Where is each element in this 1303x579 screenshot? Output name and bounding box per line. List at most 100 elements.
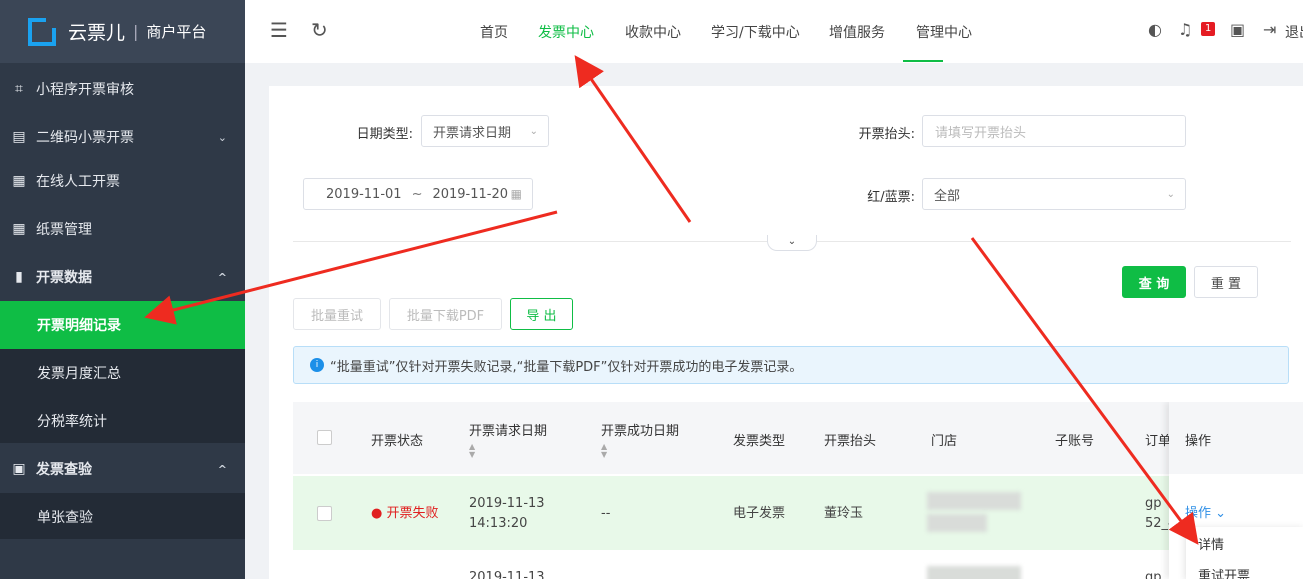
sidebar-item-invoice-detail[interactable]: 开票明细记录	[0, 301, 245, 349]
redblue-label: 红/蓝票:	[867, 190, 915, 205]
nav-invoice-center[interactable]: 发票中心	[538, 22, 594, 42]
col-success-date[interactable]: 开票成功日期 ▲ ▼	[601, 420, 679, 459]
top-header: ☰ ↻ 首页 发票中心 收款中心 学习/下载中心 增值服务 管理中心 ◐ ♫ 1…	[245, 0, 1303, 63]
order-line: gp	[1145, 496, 1162, 511]
title-label: 开票抬头:	[858, 127, 915, 142]
status-cell: ● 开票失败	[371, 506, 439, 521]
nav-home[interactable]: 首页	[480, 22, 508, 42]
sidebar-item-label: 发票查验	[36, 462, 92, 478]
store-redacted	[927, 492, 1021, 510]
calendar-icon: ▦	[510, 187, 522, 201]
chevron-up-icon: ^	[217, 270, 227, 284]
brand-separator: |	[133, 22, 139, 41]
search-document-icon: ▣	[12, 461, 26, 477]
sidebar: 云票儿 | 商户平台 ⌗ 小程序开票审核 ▤ 二维码小票开票 ⌄ ▦ 在线人工开…	[0, 0, 245, 579]
select-all-checkbox[interactable]	[317, 430, 332, 445]
chevron-up-icon: ^	[217, 462, 227, 476]
bell-icon[interactable]: ♫	[1178, 20, 1192, 39]
sidebar-item-miniapp-review[interactable]: ⌗ 小程序开票审核	[0, 65, 245, 113]
col-title: 开票抬头	[824, 434, 877, 449]
date-range-picker[interactable]: 2019-11-01 ~ 2019-11-20 ▦	[303, 178, 533, 210]
sidebar-item-invoice-data[interactable]: ▮ 开票数据 ^	[0, 253, 245, 301]
sidebar-item-label: 分税率统计	[37, 414, 107, 430]
brand-subtitle: 商户平台	[146, 23, 207, 41]
logo-bar: 云票儿 | 商户平台	[0, 0, 245, 63]
briefcase-icon[interactable]: ▣	[1230, 20, 1245, 39]
sidebar-item-manual-invoice[interactable]: ▦ 在线人工开票	[0, 157, 245, 205]
nav-active-indicator	[903, 60, 943, 62]
sidebar-item-label: 单张查验	[37, 510, 93, 526]
invoice-type-cell: 电子发票	[733, 506, 786, 521]
operation-dropdown-menu: 详情 重试开票	[1186, 527, 1303, 579]
app-root: 云票儿 | 商户平台 ⌗ 小程序开票审核 ▤ 二维码小票开票 ⌄ ▦ 在线人工开…	[0, 0, 1303, 579]
reset-button[interactable]: 重 置	[1194, 266, 1258, 298]
date-type-select[interactable]: 开票请求日期 ⌄	[421, 115, 549, 147]
col-request-date[interactable]: 开票请求日期 ▲ ▼	[469, 420, 547, 459]
title-cell: 董玲玉	[824, 506, 864, 521]
nav-value-added[interactable]: 增值服务	[829, 22, 885, 42]
notice-text: “批量重试”仅针对开票失败记录,“批量下载PDF”仅针对开票成功的电子发票记录。	[330, 359, 803, 375]
menu-item-retry[interactable]: 重试开票	[1198, 565, 1250, 579]
sidebar-item-monthly-summary[interactable]: 发票月度汇总	[0, 349, 245, 397]
nav-payment-center[interactable]: 收款中心	[625, 22, 681, 42]
sidebar-item-tax-rate-stats[interactable]: 分税率统计	[0, 397, 245, 445]
export-button[interactable]: 导 出	[510, 298, 573, 330]
nav-learn-download[interactable]: 学习/下载中心	[711, 22, 800, 42]
notice-banner: i “批量重试”仅针对开票失败记录,“批量下载PDF”仅针对开票成功的电子发票记…	[293, 346, 1289, 384]
row-checkbox[interactable]	[317, 506, 332, 521]
document-edit-icon: ▦	[12, 173, 26, 189]
request-time: 14:13:20	[469, 516, 528, 531]
logout-label[interactable]: 退出	[1285, 22, 1303, 42]
bar-chart-icon: ▮	[15, 269, 23, 285]
nav-management[interactable]: 管理中心	[916, 22, 972, 42]
sidebar-item-label: 小程序开票审核	[36, 82, 134, 98]
sidebar-item-qrcode-invoice[interactable]: ▤ 二维码小票开票 ⌄	[0, 113, 245, 161]
sidebar-item-label: 在线人工开票	[36, 174, 120, 190]
request-date-cell: 2019-11-13	[469, 570, 545, 579]
info-icon: i	[310, 358, 324, 372]
store-redacted	[927, 566, 1021, 579]
success-date-cell: --	[601, 506, 611, 521]
col-sub-account: 子账号	[1055, 434, 1095, 449]
table-row[interactable]: 2019-11-13 gp	[293, 552, 1303, 579]
sidebar-item-label: 开票明细记录	[37, 318, 121, 334]
logout-icon[interactable]: ⇥	[1263, 20, 1276, 39]
expand-filters-button[interactable]: ⌄	[767, 235, 817, 251]
user-icon[interactable]: ◐	[1148, 20, 1162, 39]
document-search-icon: ▦	[12, 221, 26, 237]
redblue-select[interactable]: 全部 ⌄	[922, 178, 1186, 210]
logo-icon	[28, 17, 56, 46]
redblue-value: 全部	[934, 188, 961, 204]
request-date-cell: 2019-11-13 14:13:20	[469, 494, 545, 534]
invoice-table: 开票状态 开票请求日期 ▲ ▼ 开票成功日期 ▲ ▼ 发票类型 开票抬头 门店 子账号 …	[293, 402, 1303, 579]
operation-label: 操作	[1185, 506, 1212, 521]
col-invoice-type: 发票类型	[733, 434, 786, 449]
col-status: 开票状态	[371, 434, 424, 449]
sidebar-item-label: 二维码小票开票	[36, 130, 134, 146]
col-request-date-label: 开票请求日期	[469, 424, 548, 439]
chevron-down-icon: ⌄	[217, 130, 227, 144]
collapse-menu-icon[interactable]: ☰	[270, 18, 288, 42]
date-type-value: 开票请求日期	[433, 125, 512, 141]
sidebar-item-single-verify[interactable]: 单张查验	[0, 493, 245, 541]
menu-item-detail[interactable]: 详情	[1198, 534, 1224, 553]
sort-icon: ▲ ▼	[601, 442, 608, 459]
batch-retry-button[interactable]: 批量重试	[293, 298, 381, 330]
date-type-label: 日期类型:	[356, 127, 413, 142]
chevron-down-icon: ⌄	[1166, 188, 1175, 200]
batch-download-pdf-button[interactable]: 批量下载PDF	[389, 298, 502, 330]
scan-icon: ⌗	[15, 81, 23, 97]
sidebar-item-invoice-verify[interactable]: ▣ 发票查验 ^	[0, 445, 245, 493]
operation-dropdown-trigger[interactable]: 操作 ⌄	[1185, 504, 1226, 524]
title-input[interactable]: 请填写开票抬头	[922, 115, 1186, 147]
notification-badge: 1	[1201, 22, 1216, 36]
table-row[interactable]: ● 开票失败 2019-11-13 14:13:20 -- 电子发票 董玲玉 gp…	[293, 476, 1303, 550]
status-text: 开票失败	[386, 506, 439, 521]
receipt-icon: ▤	[12, 129, 26, 145]
sidebar-item-paper-invoice[interactable]: ▦ 纸票管理	[0, 205, 245, 253]
order-cell: gp	[1145, 570, 1162, 579]
refresh-icon[interactable]: ↻	[311, 18, 328, 42]
col-success-date-label: 开票成功日期	[601, 424, 680, 439]
query-button[interactable]: 查 询	[1122, 266, 1186, 298]
chevron-down-icon: ⌄	[529, 125, 538, 137]
